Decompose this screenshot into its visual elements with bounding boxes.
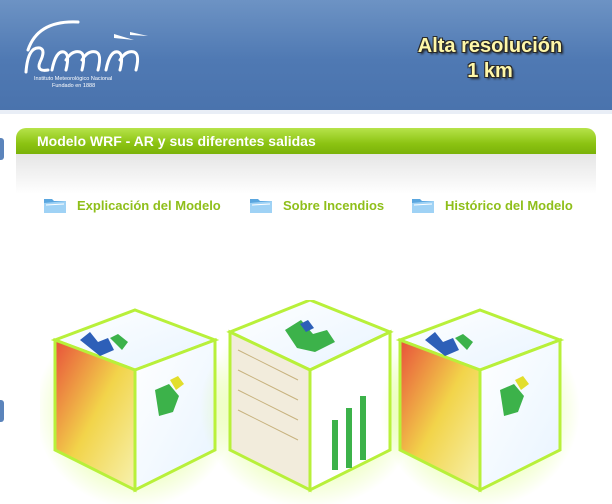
- site-header: Instituto Meteorológico Nacional Fundado…: [0, 0, 612, 114]
- link-label: Sobre Incendios: [283, 197, 385, 213]
- logo-subtitle: Instituto Meteorológico Nacional: [34, 76, 113, 82]
- link-sobre-incendios[interactable]: Sobre Incendios: [249, 194, 384, 216]
- resolution-title: Alta resolución: [417, 35, 563, 57]
- link-historico-modelo[interactable]: Histórico del Modelo: [411, 194, 573, 216]
- edge-decoration: [0, 400, 4, 422]
- section-panel: [16, 154, 596, 194]
- link-explicacion-modelo[interactable]: Explicación del Modelo: [43, 194, 221, 216]
- resolution-value: 1 km: [467, 60, 513, 82]
- folder-icon: [412, 199, 434, 213]
- folder-icon: [44, 199, 66, 213]
- section-title-bar: Modelo WRF - AR y sus diferentes salidas: [16, 128, 596, 154]
- link-label: Explicación del Modelo: [77, 197, 221, 213]
- imn-logo[interactable]: Instituto Meteorológico Nacional Fundado…: [18, 12, 168, 98]
- logo-founded: Fundado en 1888: [52, 83, 96, 89]
- cube-right: [380, 308, 580, 504]
- model-cubes-illustration: [40, 300, 580, 504]
- link-label: Histórico del Modelo: [445, 197, 573, 213]
- model-links: Explicación del Modelo Sobre Incendios H…: [0, 194, 612, 216]
- section-title: Modelo WRF - AR y sus diferentes salidas: [37, 133, 316, 149]
- resolution-banner: Alta resolución 1 km: [390, 34, 590, 84]
- edge-decoration: [0, 138, 4, 160]
- folder-icon: [250, 199, 272, 213]
